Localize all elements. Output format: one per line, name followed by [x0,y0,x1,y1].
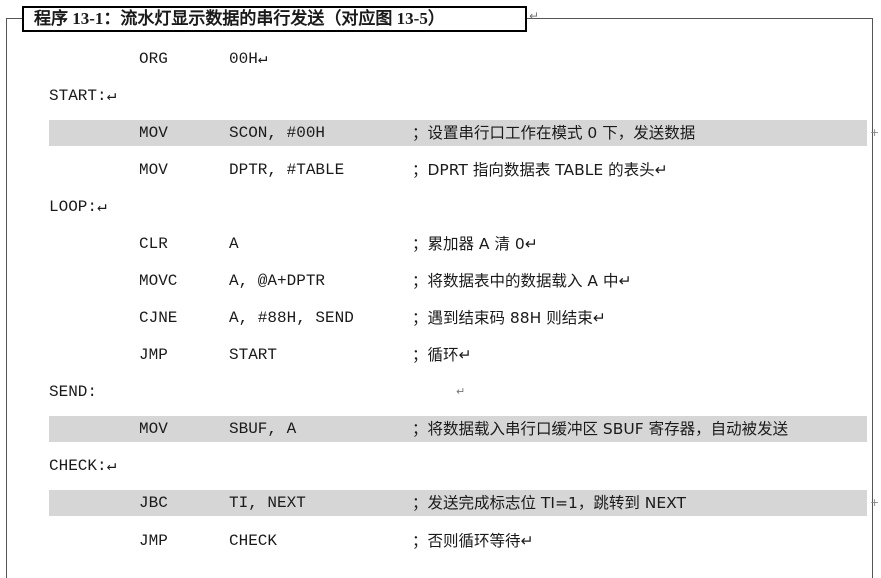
comment: ；否则循环等待↵ [412,532,534,550]
label: START:↵ [49,87,117,105]
comment: ；DPRT 指向数据表 TABLE 的表头↵ [412,161,668,179]
opcode: MOV [139,124,168,142]
label: SEND: [49,383,98,401]
comment: ；发送完成标志位 TI=1，跳转到 NEXT [412,494,686,512]
label: LOOP:↵ [49,198,107,216]
operand: A, #88H, SEND [229,309,354,327]
code-line-mov-sbuf: MOV SBUF, A ；将数据载入串行口缓冲区 SBUF 寄存器，自动被发送 [0,416,881,442]
opcode: MOV [139,420,168,438]
operand: DPTR, #TABLE [229,161,345,179]
operand: SBUF, A [229,420,297,438]
opcode: JMP [139,346,168,364]
opcode: JMP [139,532,168,550]
code-line-send-label: SEND: ↵ [0,379,881,405]
code-line-mov-scon: MOV SCON, #00H ；设置串行口工作在模式 0 下，发送数据 [0,120,881,146]
comment: ；将数据表中的数据载入 A 中↵ [412,272,632,290]
paragraph-mark-icon: ↵ [529,9,540,23]
operand: A, @A+DPTR [229,272,326,290]
comment: ；累加器 A 清 0↵ [412,235,538,253]
label: CHECK:↵ [49,457,117,475]
code-line-loop-label: LOOP:↵ [0,194,881,220]
operand: A [229,235,239,253]
code-line-cjne: CJNE A, #88H, SEND ；遇到结束码 88H 则结束↵ [0,305,881,331]
opcode: CLR [139,235,168,253]
comment: ；设置串行口工作在模式 0 下，发送数据 [412,124,696,142]
code-line-start-label: START:↵ [0,83,881,109]
code-line-mov-dptr: MOV DPTR, #TABLE ；DPRT 指向数据表 TABLE 的表头↵ [0,157,881,183]
comment: ；遇到结束码 88H 则结束↵ [412,309,606,327]
code-line-jbc: JBC TI, NEXT ；发送完成标志位 TI=1，跳转到 NEXT [0,490,881,516]
program-title: 程序 13-1：流水灯显示数据的串行发送（对应图 13-5） [22,6,527,32]
operand: TI, NEXT [229,494,306,512]
margin-mark-icon: + [870,496,880,509]
program-title-text: 程序 13-1：流水灯显示数据的串行发送（对应图 13-5） [34,9,445,28]
opcode: CJNE [139,309,178,327]
operand: SCON, #00H [229,124,326,142]
operand: START [229,346,278,364]
margin-mark-icon: + [870,126,880,139]
comment: ；循环↵ [412,346,472,364]
paragraph-mark-icon: ↵ [456,385,466,398]
operand: 00H↵ [229,50,268,68]
comment: ；将数据载入串行口缓冲区 SBUF 寄存器，自动被发送 [412,420,789,438]
opcode: MOV [139,161,168,179]
code-line-movc: MOVC A, @A+DPTR ；将数据表中的数据载入 A 中↵ [0,268,881,294]
code-line-clr: CLR A ；累加器 A 清 0↵ [0,231,881,257]
opcode: ORG [139,50,168,68]
code-line-jmp-start: JMP START ；循环↵ [0,342,881,368]
code-line-check-label: CHECK:↵ [0,453,881,479]
opcode: MOVC [139,272,178,290]
code-line-jmp-check: JMP CHECK ；否则循环等待↵ [0,528,881,554]
opcode: JBC [139,494,168,512]
code-line-org: ORG 00H↵ [0,46,881,72]
operand: CHECK [229,532,278,550]
